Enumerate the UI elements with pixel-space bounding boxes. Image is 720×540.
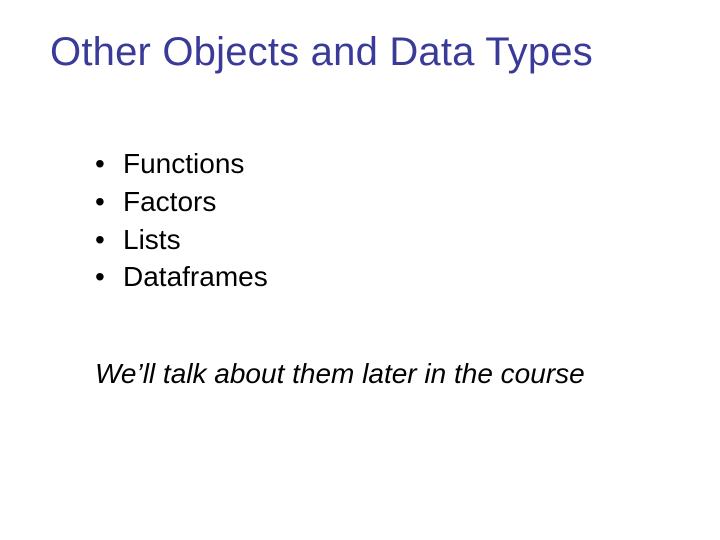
list-item-label: Dataframes: [123, 258, 268, 296]
list-item-label: Functions: [123, 145, 244, 183]
list-item-label: Lists: [123, 221, 181, 259]
slide: Other Objects and Data Types • Functions…: [0, 0, 720, 540]
list-item: • Lists: [95, 221, 670, 259]
list-item: • Dataframes: [95, 258, 670, 296]
bullet-icon: •: [95, 183, 123, 221]
list-item: • Factors: [95, 183, 670, 221]
list-item: • Functions: [95, 145, 670, 183]
bullet-icon: •: [95, 258, 123, 296]
bullet-icon: •: [95, 221, 123, 259]
bullet-icon: •: [95, 145, 123, 183]
slide-title: Other Objects and Data Types: [50, 30, 670, 75]
bullet-list: • Functions • Factors • Lists • Datafram…: [95, 145, 670, 296]
list-item-label: Factors: [123, 183, 216, 221]
footnote: We’ll talk about them later in the cours…: [95, 358, 670, 390]
